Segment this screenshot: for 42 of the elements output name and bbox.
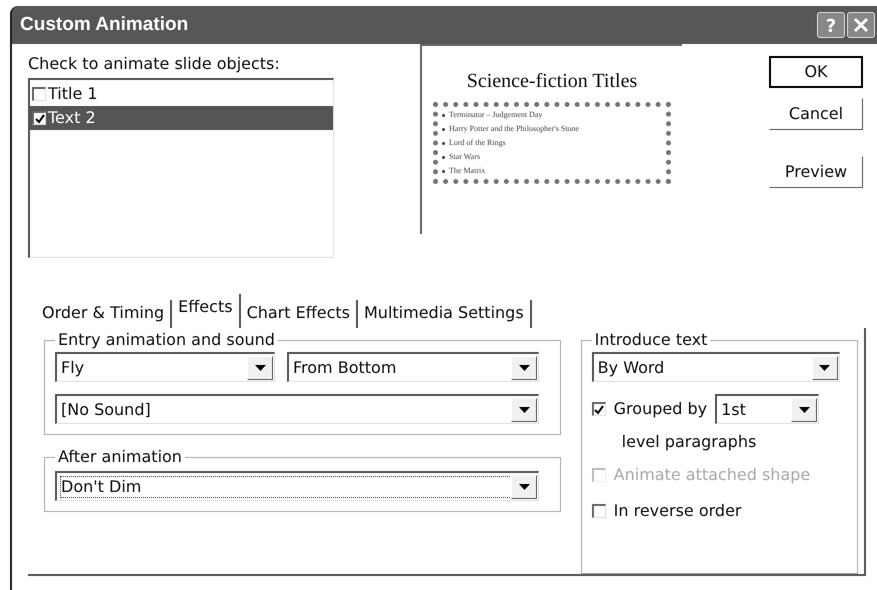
- checkbox[interactable]: [32, 111, 46, 125]
- list-item[interactable]: Title 1: [30, 82, 333, 106]
- close-button[interactable]: [847, 12, 875, 38]
- group-label: Entry animation and sound: [57, 329, 276, 351]
- slide-bullet: Star Wars: [449, 151, 480, 163]
- dialog-button[interactable]: OK: [769, 56, 863, 88]
- list-label: Check to animate slide objects:: [28, 53, 281, 75]
- direction-dropdown[interactable]: From Bottom: [287, 352, 539, 382]
- effect-dropdown[interactable]: Fly: [55, 352, 275, 382]
- group-label: Introduce text: [594, 329, 708, 351]
- slide-bullet: Harry Potter and the Philosopher's Stone: [449, 123, 580, 135]
- help-button[interactable]: ?: [817, 12, 845, 38]
- checkbox-label: Animate attached shape: [614, 464, 810, 486]
- slide-bullet: The Matrix: [449, 165, 486, 177]
- bullet-icon: [442, 156, 445, 158]
- bullet-icon: [442, 128, 445, 130]
- slide-bullet: Terminator – Judgement Day: [449, 109, 542, 121]
- checkbox-label: level paragraphs: [620, 431, 758, 453]
- group-label: After animation: [57, 446, 183, 468]
- tab[interactable]: Effects: [172, 294, 241, 328]
- tab[interactable]: Chart Effects: [240, 300, 358, 328]
- list-item[interactable]: Text 2: [30, 106, 333, 130]
- checkbox-label: Grouped by: [614, 398, 708, 420]
- close-icon: [853, 17, 869, 33]
- window-title: Custom Animation: [20, 12, 190, 37]
- checkbox[interactable]: [592, 402, 606, 416]
- dialog-button[interactable]: Cancel: [769, 98, 863, 130]
- tab[interactable]: Multimedia Settings: [358, 300, 532, 328]
- checkbox[interactable]: [32, 87, 46, 101]
- checkbox[interactable]: [592, 504, 606, 518]
- level-dropdown[interactable]: 1st: [715, 394, 820, 424]
- bullet-icon: [442, 114, 445, 116]
- bullet-icon: [442, 170, 445, 172]
- tab[interactable]: Order & Timing: [36, 300, 172, 328]
- slide-bullet: Lord of the Rings: [449, 137, 506, 149]
- after-animation-dropdown[interactable]: Don't Dim: [55, 471, 539, 501]
- slide-title: Science-fiction Titles: [466, 69, 638, 94]
- dialog-button[interactable]: Preview: [769, 156, 863, 188]
- sound-dropdown[interactable]: [No Sound]: [55, 394, 539, 424]
- bullet-icon: [442, 142, 445, 144]
- introduce-dropdown[interactable]: By Word: [592, 352, 840, 382]
- checkbox-label: In reverse order: [614, 500, 742, 522]
